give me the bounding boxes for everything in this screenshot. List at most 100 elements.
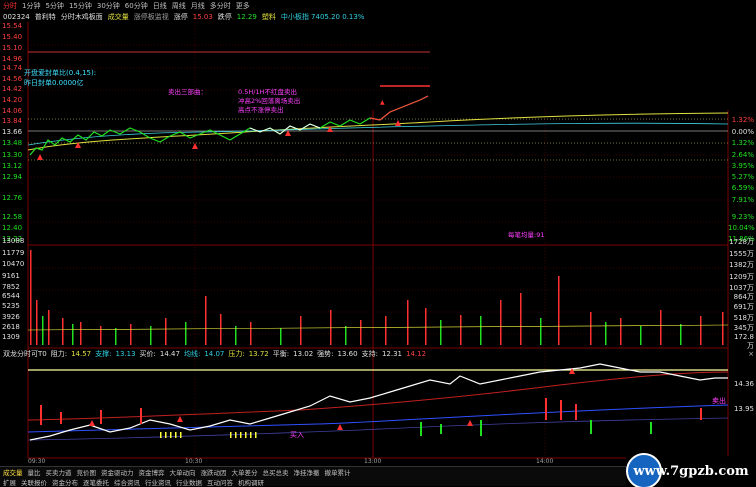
btab-fund-game[interactable]: 资金博弈 [139,467,165,477]
price-tick: 13.66 [2,128,23,136]
balance-line [27,404,729,433]
price-tick: 15.40 [2,33,23,41]
time-tick: 09:30 [28,458,46,465]
buy-value: 14.47 [159,350,180,358]
btab-total[interactable]: 总买总卖 [263,467,289,477]
ind-right-top: 14.36 [733,380,754,388]
resist-value: 14.57 [71,350,92,358]
tag-yellow: ▲ [380,99,385,106]
btab-net[interactable]: 净挂净撤 [294,467,320,477]
chart-canvas: ▲ [27,0,756,459]
vol-tick: 1382万 [729,261,754,269]
tag-sell: 卖出 [712,397,726,405]
annot-sell-1: 0.5H/1H不红盘卖出 [238,88,297,96]
vol-tick: 2618 [2,323,20,331]
price-line-red [369,95,429,121]
price-tick: 13.12 [2,162,23,170]
vol-tick: 5235 [2,302,20,310]
price-tick: 14.96 [2,55,23,63]
pressure-value: 13.72 [248,350,269,358]
vol-tick: 9161 [2,272,20,280]
support-label: 支撑: [95,350,112,358]
cyan-ma-line [27,122,729,146]
balance-value: 13.02 [293,350,314,358]
btab-bidask[interactable]: 买卖力道 [46,467,72,477]
ind-up-arrows [89,368,575,430]
pct-tick: 3.95% [731,162,754,170]
close-indicator-icon[interactable]: × [748,350,754,358]
btab-qa[interactable]: 互动问答 [207,477,233,487]
avg-vol-line [27,324,729,331]
extra-value: 14.12 [405,350,427,358]
btab-extend[interactable]: 扩展 [3,477,16,487]
vol-tick: 1728万 [729,238,754,246]
price-tick: 12.94 [2,173,23,181]
vol-tick: 11779 [2,249,25,257]
vol-tick: 172.8万 [733,333,754,350]
price-tick: 13.84 [2,117,23,125]
vol-tick: 7852 [2,283,20,291]
vol-tick: 691万 [733,303,754,311]
strong-label: 强势: [317,350,334,358]
vol-tick: 13088 [2,237,25,245]
btab-cause[interactable]: 涨跌动因 [201,467,227,477]
btab-fund-dist[interactable]: 资金分布 [52,477,78,487]
avg-value: 14.07 [204,350,225,358]
price-tick: 14.06 [2,107,23,115]
avg-label: 均线: [183,350,201,358]
vol-tick: 1209万 [729,273,754,281]
price-tick: 13.30 [2,151,23,159]
vol-tick: 6544 [2,292,20,300]
annot-sell-title: 卖出三部曲： [168,88,207,96]
btab-big-diff[interactable]: 大单差分 [232,467,258,477]
annot-sell-2: 冲高2%回落离场卖出 [238,97,301,105]
price-tick: 12.58 [2,213,23,221]
popup-line-2: 昨日封单0.0000亿 [24,79,84,87]
support2-value: 12.31 [381,350,402,358]
resist-label: 阻力: [50,350,68,358]
buy-label: 买价: [139,350,156,358]
btab-volratio[interactable]: 量比 [28,467,41,477]
support2-label: 支持: [361,350,378,358]
btab-industry-data[interactable]: 行业数据 [176,477,202,487]
btab-related[interactable]: 关联报价 [21,477,47,487]
vol-tick: 1555万 [729,250,754,258]
btab-news[interactable]: 综合资讯 [114,477,140,487]
indicator-header: 双龙分时可T0 阻力: 14.57 支撑: 13.13 买价: 14.47 均线… [0,349,728,359]
pct-tick: 10.04% [728,224,755,232]
pct-tick: 0.00% [731,128,754,136]
vol-tick: 3926 [2,313,20,321]
pct-tick: 1.32% [731,139,754,147]
watermark-text: www.7gpzb.com [633,463,749,479]
btab-industry-news[interactable]: 行业资讯 [145,477,171,487]
balance-label: 平衡: [272,350,290,358]
btab-volume[interactable]: 成交量 [3,467,23,477]
price-tick: 13.48 [2,139,23,147]
btab-fund-drive[interactable]: 资金驱动力 [101,467,134,477]
volume-bars-red [30,250,724,345]
btab-big-order[interactable]: 大单动向 [170,467,196,477]
time-tick: 10:30 [185,458,203,465]
annot-sell-3: 高点不涨停卖出 [238,106,284,114]
tag-buy: 买入 [290,431,304,439]
price-tick: 15.10 [2,44,23,52]
vol-tick: 10470 [2,260,25,268]
volume-bars-green [42,316,682,345]
blank-area [430,0,756,110]
strong-value: 13.60 [337,350,358,358]
btab-cancel[interactable]: 撤单累计 [325,467,351,477]
time-tick: 14:00 [536,458,554,465]
btab-auction[interactable]: 竞价图 [77,467,97,477]
price-tick: 12.76 [2,194,23,202]
vol-tick: 1309 [2,333,20,341]
site-watermark: www.7gpzb.com [626,453,756,487]
time-tick: 13:00 [364,458,382,465]
ind-right-bottom: 13.95 [733,405,754,413]
avg-vol-label: 每笔均量:91 [508,231,545,239]
indicator-name[interactable]: 双龙分时可T0 [3,349,47,359]
btab-tick-order[interactable]: 逐笔委托 [83,477,109,487]
btab-research[interactable]: 机构调研 [238,477,264,487]
price-tick: 12.40 [2,224,23,232]
pressure-label: 压力: [228,350,245,358]
price-tick: 14.20 [2,96,23,104]
